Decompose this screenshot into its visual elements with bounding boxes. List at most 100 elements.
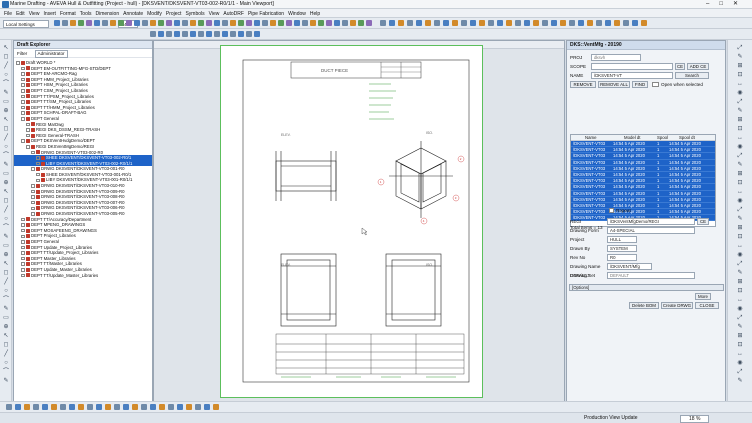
toolbar-tool-icon[interactable] [190, 20, 196, 26]
toolbar-tool-icon[interactable] [488, 20, 494, 26]
expand-toggle-icon[interactable] [31, 167, 35, 171]
rev-no-select[interactable]: R0 [607, 254, 637, 261]
toolbar-tool-icon[interactable] [524, 20, 530, 26]
tool-icon[interactable]: ✎ [736, 162, 744, 169]
toolbar-tool-icon[interactable] [533, 20, 539, 26]
tool-icon[interactable]: ⤢ [736, 153, 744, 160]
tool-icon[interactable]: ✎ [2, 162, 10, 169]
tool-icon[interactable]: ⊞ [736, 171, 744, 178]
menu-view[interactable]: View [29, 11, 40, 17]
toolbar-tool-icon[interactable] [238, 20, 244, 26]
toolbar-tool-icon[interactable] [118, 20, 124, 26]
toolbar-tool-icon[interactable] [286, 20, 292, 26]
toolbar-tool-icon[interactable] [614, 20, 620, 26]
tool-icon[interactable]: ↔ [736, 243, 744, 250]
tool-icon[interactable]: ○ [2, 144, 10, 151]
menu-modify[interactable]: Modify [147, 11, 162, 17]
toolbar-tool-icon[interactable] [443, 20, 449, 26]
project-input[interactable]: HULL [607, 236, 637, 243]
toolbar-tool-icon[interactable] [254, 20, 260, 26]
expand-toggle-icon[interactable] [26, 145, 30, 149]
bottom-tool-icon[interactable] [114, 404, 120, 410]
expand-toggle-icon[interactable] [21, 268, 25, 272]
scope-input[interactable] [591, 63, 673, 70]
expand-toggle-icon[interactable] [21, 228, 25, 233]
bottom-tool-icon[interactable] [204, 404, 210, 410]
tool-icon[interactable]: ⊞ [736, 63, 744, 70]
remove-button[interactable]: REMOVE [570, 81, 596, 88]
toolbar-tool-icon[interactable] [198, 31, 204, 37]
tool-icon[interactable]: ↖ [2, 261, 10, 268]
toolbar-tool-icon[interactable] [623, 20, 629, 26]
tool-icon[interactable]: ↔ [736, 297, 744, 304]
tool-icon[interactable]: ◉ [736, 360, 744, 367]
menu-annotate[interactable]: Annotate [123, 11, 143, 17]
bottom-tool-icon[interactable] [87, 404, 93, 410]
toolbar-tool-icon[interactable] [70, 20, 76, 26]
toolbar-tool-icon[interactable] [222, 31, 228, 37]
tool-icon[interactable]: ◻ [2, 54, 10, 61]
tool-icon[interactable]: ⤢ [736, 261, 744, 268]
toolbar-tool-icon[interactable] [182, 31, 188, 37]
toolbar-tool-icon[interactable] [578, 20, 584, 26]
toolbar-tool-icon[interactable] [174, 20, 180, 26]
tool-icon[interactable]: ⊞ [736, 225, 744, 232]
results-grid[interactable]: Name Model dt Spool Spool dt /DKSVENT-VT… [570, 134, 716, 227]
tool-icon[interactable]: ◉ [736, 144, 744, 151]
toolbar-tool-icon[interactable] [632, 20, 638, 26]
expand-toggle-icon[interactable] [21, 245, 25, 250]
close-window-button[interactable]: ✕ [733, 1, 748, 7]
toolbar-tool-icon[interactable] [110, 20, 116, 26]
toolbar-tool-icon[interactable] [326, 20, 332, 26]
expand-toggle-icon[interactable] [21, 251, 25, 255]
tool-icon[interactable]: ↖ [2, 333, 10, 340]
toolbar-tool-icon[interactable] [434, 20, 440, 26]
tool-icon[interactable]: ✎ [736, 54, 744, 61]
toolbar-tool-icon[interactable] [158, 20, 164, 26]
expand-toggle-icon[interactable] [36, 161, 40, 166]
expand-toggle-icon[interactable] [21, 217, 25, 222]
create-drwg-button[interactable]: Create DRWG [661, 302, 693, 309]
tool-icon[interactable]: ↔ [736, 189, 744, 196]
expand-toggle-icon[interactable] [31, 184, 35, 188]
tree-item[interactable]: DEPT TT/Update_Master_Libraries [14, 273, 152, 279]
toolbar-tool-icon[interactable] [470, 20, 476, 26]
toolbar-tool-icon[interactable] [134, 20, 140, 26]
tool-icon[interactable]: ⤢ [736, 45, 744, 52]
tool-icon[interactable]: ◉ [736, 252, 744, 259]
tool-icon[interactable]: ╱ [2, 63, 10, 70]
toolbar-tool-icon[interactable] [270, 20, 276, 26]
toolbar-tool-icon[interactable] [230, 31, 236, 37]
proj-input[interactable]: dksvh [591, 54, 641, 61]
toolbar-tool-icon[interactable] [94, 20, 100, 26]
toolbar-tool-icon[interactable] [174, 31, 180, 37]
tool-icon[interactable]: ✎ [736, 216, 744, 223]
expand-toggle-icon[interactable] [21, 256, 25, 261]
tool-icon[interactable]: ⤢ [736, 207, 744, 214]
tool-icon[interactable]: ◻ [2, 270, 10, 277]
more-button[interactable]: More [695, 293, 711, 300]
expand-toggle-icon[interactable] [31, 150, 35, 155]
toolbar-tool-icon[interactable] [389, 20, 395, 26]
tool-icon[interactable]: ◉ [736, 306, 744, 313]
expand-toggle-icon[interactable] [21, 66, 25, 71]
expand-toggle-icon[interactable] [21, 234, 25, 239]
expand-toggle-icon[interactable] [21, 72, 25, 76]
bottom-tool-icon[interactable] [51, 404, 57, 410]
toolbar-tool-icon[interactable] [416, 20, 422, 26]
tool-icon[interactable]: ◉ [736, 198, 744, 205]
tool-icon[interactable]: ⊞ [736, 117, 744, 124]
tool-icon[interactable]: ⌒ [2, 225, 10, 232]
expand-toggle-icon[interactable] [31, 206, 35, 211]
toolbar-tool-icon[interactable] [542, 20, 548, 26]
tool-icon[interactable]: ⊡ [736, 342, 744, 349]
toolbar-tool-icon[interactable] [479, 20, 485, 26]
bottom-tool-icon[interactable] [42, 404, 48, 410]
tool-icon[interactable]: ✎ [736, 108, 744, 115]
expand-toggle-icon[interactable] [31, 189, 35, 194]
tool-icon[interactable]: ◻ [2, 198, 10, 205]
expand-toggle-icon[interactable] [31, 195, 35, 199]
tool-icon[interactable]: ○ [2, 288, 10, 295]
bottom-tool-icon[interactable] [69, 404, 75, 410]
expand-toggle-icon[interactable] [26, 128, 30, 132]
